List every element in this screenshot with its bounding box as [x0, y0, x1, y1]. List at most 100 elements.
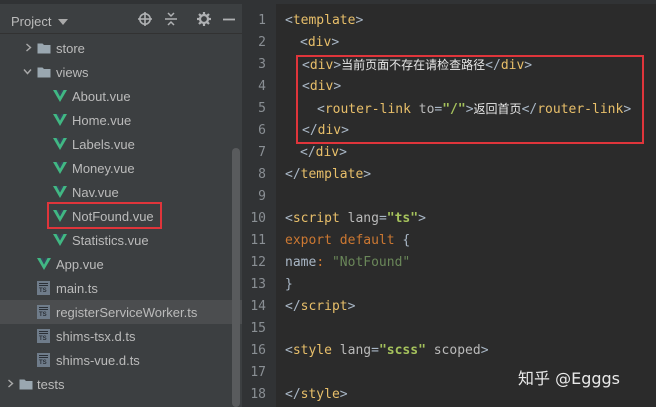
- tree-item-app-vue[interactable]: App.vue: [0, 252, 242, 276]
- code-line-6: </div>: [302, 123, 349, 138]
- tree-item-main-ts[interactable]: TS main.ts: [0, 276, 242, 300]
- typescript-file-icon: TS: [37, 353, 50, 367]
- tag-name: template: [292, 13, 356, 28]
- chevron-right-icon[interactable]: [6, 379, 15, 388]
- minimize-icon[interactable]: [222, 12, 236, 26]
- tree-item-views[interactable]: views: [0, 60, 242, 84]
- line-number: 5: [258, 101, 266, 116]
- folder-icon: [37, 67, 51, 78]
- chevron-down-icon[interactable]: [23, 67, 32, 76]
- tag-name: router-link: [537, 102, 624, 117]
- code-line-13: }: [285, 274, 293, 296]
- tree-item-notfound-vue[interactable]: NotFound.vue: [0, 204, 242, 228]
- line-number: 17: [250, 365, 266, 380]
- crosshair-icon[interactable]: [138, 12, 152, 26]
- tag-name: style: [292, 343, 332, 358]
- tag-name: div: [317, 123, 342, 138]
- line-number: 8: [258, 167, 266, 182]
- tree-item-about-vue[interactable]: About.vue: [0, 84, 242, 108]
- code-line-1: <template>: [285, 13, 364, 28]
- tree-item-labels-vue[interactable]: Labels.vue: [0, 132, 242, 156]
- attribute-name: scoped: [433, 343, 481, 358]
- tree-item-label: views: [56, 65, 89, 80]
- attribute-name: to: [418, 102, 435, 117]
- project-view-selector[interactable]: Project: [11, 14, 51, 29]
- text-content: 当前页面不存在请检查路径: [341, 58, 486, 72]
- tree-item-money-vue[interactable]: Money.vue: [0, 156, 242, 180]
- tree-item-label: Nav.vue: [72, 185, 119, 200]
- attribute-value: "/": [442, 102, 466, 117]
- line-number: 18: [250, 387, 266, 402]
- vue-file-icon: [53, 186, 67, 198]
- tree-item-label: Labels.vue: [72, 137, 135, 152]
- attribute-value: "scss": [378, 343, 426, 358]
- line-number: 11: [250, 233, 266, 248]
- attribute-name: lang: [339, 343, 372, 358]
- attribute-name: lang: [347, 211, 379, 226]
- line-number: 6: [258, 123, 266, 138]
- keyword: export: [285, 233, 332, 248]
- chevron-right-icon[interactable]: [24, 43, 33, 52]
- project-pane-header: Project: [0, 4, 242, 34]
- line-number: 7: [258, 145, 266, 160]
- tag-name: div: [309, 58, 334, 73]
- tree-item-label: Home.vue: [72, 113, 132, 128]
- tree-item-registerserviceworker-ts[interactable]: TS registerServiceWorker.ts: [0, 300, 242, 324]
- tree-item-shims-tsx[interactable]: TS shims-tsx.d.ts: [0, 324, 242, 348]
- tree-item-label: tests: [37, 377, 65, 392]
- tree-item-shims-vue[interactable]: TS shims-vue.d.ts: [0, 348, 242, 372]
- collapse-all-icon[interactable]: [164, 12, 178, 26]
- vue-file-icon: [53, 90, 67, 102]
- line-number: 4: [258, 79, 266, 94]
- tree-item-home-vue[interactable]: Home.vue: [0, 108, 242, 132]
- property-key: name: [285, 255, 317, 270]
- code-line-8: </template>: [285, 167, 372, 182]
- code-line-16: <style lang="scss" scoped>: [285, 343, 489, 358]
- string-value: "NotFound": [331, 255, 411, 270]
- line-number: 1: [258, 13, 266, 28]
- brace: {: [402, 233, 411, 248]
- brace: }: [285, 277, 293, 292]
- tag-name: style: [300, 387, 340, 402]
- tag-name: router-link: [324, 102, 411, 117]
- tree-item-label: store: [56, 41, 85, 56]
- code-line-2: <div>: [300, 35, 340, 50]
- tree-item-statistics-vue[interactable]: Statistics.vue: [0, 228, 242, 252]
- gear-icon[interactable]: [197, 12, 211, 26]
- typescript-file-icon: TS: [37, 329, 50, 343]
- tree-scrollbar[interactable]: [232, 148, 240, 407]
- vue-file-icon: [53, 234, 67, 246]
- folder-icon: [19, 379, 33, 390]
- code-line-11: export default {: [285, 230, 410, 252]
- vue-file-icon: [37, 258, 51, 270]
- tree-item-label: NotFound.vue: [72, 209, 154, 224]
- line-number: 13: [250, 277, 266, 292]
- vue-file-icon: [53, 162, 67, 174]
- tag-name: div: [307, 35, 332, 50]
- tag-name: script: [300, 299, 348, 314]
- line-number: 15: [250, 321, 266, 336]
- vue-file-icon: [53, 114, 67, 126]
- editor-top-strip: [276, 0, 656, 4]
- project-tool-window: Project store views About.vue Home.vue L…: [0, 0, 242, 407]
- line-number: 12: [250, 255, 266, 270]
- tree-item-store[interactable]: store: [0, 36, 242, 60]
- watermark: 知乎 @Egggs: [518, 369, 621, 388]
- vue-file-icon: [53, 210, 67, 222]
- tree-item-tests[interactable]: tests: [0, 372, 242, 396]
- tree-item-label: Statistics.vue: [72, 233, 149, 248]
- tag-name: div: [315, 145, 340, 160]
- code-line-7: </div>: [300, 145, 347, 160]
- tree-item-nav-vue[interactable]: Nav.vue: [0, 180, 242, 204]
- tree-item-label: registerServiceWorker.ts: [56, 305, 198, 320]
- code-line-10: <script lang="ts">: [285, 211, 426, 226]
- caret-down-icon[interactable]: [58, 19, 68, 25]
- line-number: 10: [250, 211, 266, 226]
- typescript-file-icon: TS: [37, 305, 50, 319]
- line-number: 14: [250, 299, 266, 314]
- attribute-value: "ts": [386, 211, 419, 226]
- folder-icon: [37, 43, 51, 54]
- code-line-18: </style>: [285, 387, 348, 402]
- tree-item-label: Money.vue: [72, 161, 135, 176]
- code-line-4: <div>: [302, 79, 342, 94]
